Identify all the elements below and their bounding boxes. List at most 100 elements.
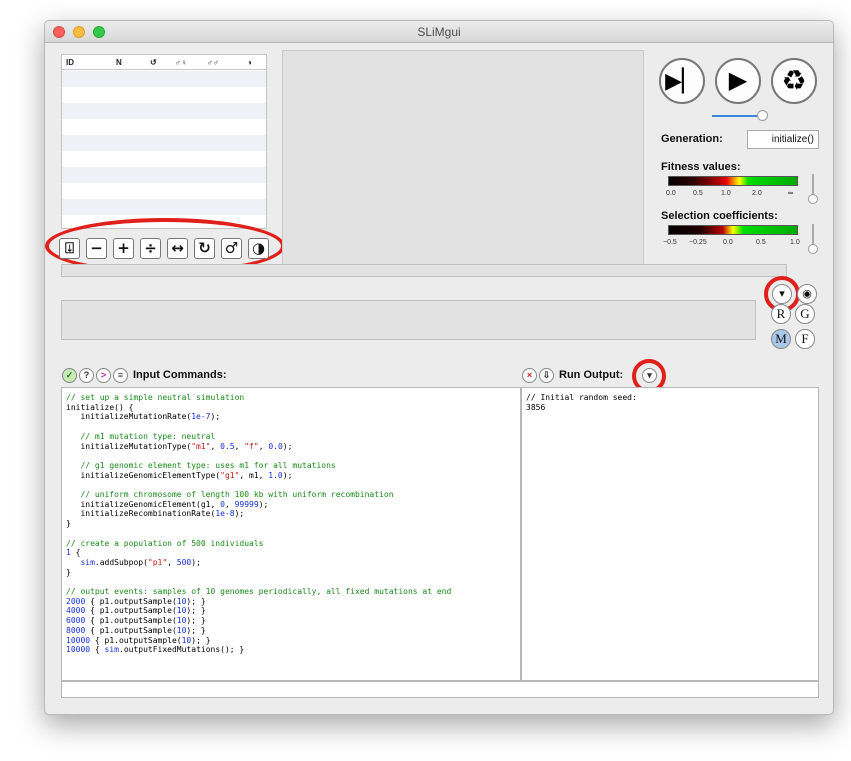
code-token: } xyxy=(66,519,71,529)
code-line: initialize() { xyxy=(66,403,520,413)
table-row xyxy=(62,87,266,103)
code-token: , xyxy=(210,441,221,451)
selection-tick: 0.5 xyxy=(756,239,766,246)
population-view[interactable] xyxy=(282,50,644,271)
column-male-male[interactable]: ♂♂ xyxy=(207,58,219,67)
code-line: } xyxy=(66,568,520,578)
fitness-tick: 1.0 xyxy=(721,190,731,197)
table-row xyxy=(62,199,266,215)
code-token: { p1.outputSample( xyxy=(85,616,177,626)
console-button[interactable]: > xyxy=(96,368,111,383)
selection-slider-knob[interactable] xyxy=(808,244,818,254)
arrows-icon[interactable]: ↔ xyxy=(167,238,188,259)
selection-tick: 0.0 xyxy=(723,239,733,246)
code-line: 8000 { p1.outputSample(10); } xyxy=(66,626,520,636)
code-token: ); xyxy=(282,470,293,480)
display-mutations-button[interactable]: M xyxy=(771,329,791,349)
subpop-toolbar: ⍗ − + ÷ ↔ ↻ ♂ ◑ xyxy=(59,238,279,260)
output-view[interactable]: // Initial random seed: 3856 xyxy=(521,387,819,681)
code-token: 1e-7 xyxy=(191,412,211,422)
column-id[interactable]: ID xyxy=(66,58,74,67)
code-token: sim xyxy=(80,557,95,567)
check-script-button[interactable]: ✓ xyxy=(62,368,77,383)
display-fixed-button[interactable]: F xyxy=(795,329,815,349)
column-n[interactable]: N xyxy=(116,58,122,67)
column-sex-ratio[interactable]: ◑ xyxy=(247,58,252,67)
code-token: // output events: samples of 10 genomes … xyxy=(66,587,452,597)
step-button[interactable]: ▶▏ xyxy=(659,58,705,104)
subpop-table[interactable]: ID N ↺ ♂♀ ♂♂ ◑ xyxy=(61,54,267,229)
selection-tick: 1.0 xyxy=(790,239,800,246)
speed-slider-knob[interactable] xyxy=(757,110,768,121)
display-genomic-elements-button[interactable]: G xyxy=(795,304,815,324)
code-token: "f" xyxy=(244,441,259,451)
status-field xyxy=(61,681,819,698)
code-token: sim xyxy=(104,645,119,655)
speed-slider[interactable] xyxy=(712,115,762,117)
divide-icon[interactable]: ÷ xyxy=(140,238,161,259)
plus-icon[interactable]: + xyxy=(113,238,134,259)
code-line: initializeGenomicElementType("g1", m1, 1… xyxy=(66,471,520,481)
code-token: ); xyxy=(191,557,201,567)
yinyang-icon[interactable]: ◑ xyxy=(248,238,269,259)
clear-output-button[interactable]: × xyxy=(522,368,537,383)
code-token: ); xyxy=(282,441,293,451)
code-token: ); } xyxy=(186,606,206,616)
fitness-ticks: 0.0 0.5 1.0 2.0 ∞ xyxy=(666,190,806,200)
chromosome-options-button[interactable]: ▾ xyxy=(772,284,792,304)
code-line: // create a population of 500 individual… xyxy=(66,539,520,549)
fitness-slider-knob[interactable] xyxy=(808,194,818,204)
generation-label: Generation: xyxy=(661,133,723,145)
column-male-female[interactable]: ♂♀ xyxy=(175,58,187,67)
code-token: initializeMutationType( xyxy=(66,441,192,451)
code-token: "p1" xyxy=(147,557,168,567)
code-token: 10 xyxy=(176,596,187,606)
code-token: { xyxy=(70,548,81,558)
code-token: 2000 xyxy=(66,596,86,606)
selection-label: Selection coefficients: xyxy=(661,210,778,222)
code-token: initialize() { xyxy=(66,402,134,412)
sex-icon[interactable]: ♂ xyxy=(221,238,242,259)
help-button[interactable]: ? xyxy=(79,368,94,383)
code-token: ); } xyxy=(186,625,206,635)
display-mutations-r-button[interactable]: R xyxy=(771,304,791,324)
fitness-tick: 0.0 xyxy=(666,190,676,197)
selection-ticks: −0.5 −0.25 0.0 0.5 1.0 xyxy=(663,239,808,249)
table-row xyxy=(62,71,266,87)
recycle-button[interactable]: ♻ xyxy=(771,58,817,104)
code-token: 8000 xyxy=(66,625,86,635)
play-button[interactable]: ▶ xyxy=(715,58,761,104)
chromosome-zoomed-view[interactable] xyxy=(61,300,756,340)
dump-output-button[interactable]: ⇩ xyxy=(539,368,554,383)
output-options-button[interactable]: ▾ xyxy=(642,368,657,383)
fitness-label: Fitness values: xyxy=(661,161,741,173)
eye-icon[interactable]: ◉ xyxy=(797,284,817,304)
add-subpop-icon[interactable]: ⍗ xyxy=(59,238,80,259)
refresh-icon[interactable]: ↻ xyxy=(194,238,215,259)
code-token: , xyxy=(234,441,245,451)
code-line: sim.addSubpop("p1", 500); xyxy=(66,558,520,568)
slimgui-window: SLiMgui ID N ↺ ♂♀ ♂♂ ◑ ⍗ − + ÷ ↔ ↻ ♂ ◑ ▶… xyxy=(44,20,834,715)
chromosome-overview[interactable] xyxy=(61,264,787,277)
code-token: ); } xyxy=(191,635,211,645)
code-token: 1e-8 xyxy=(215,509,235,519)
code-token: 10 xyxy=(176,616,187,626)
code-token: .addSubpop( xyxy=(94,557,148,567)
script-editor[interactable]: // set up a simple neutral simulation ini… xyxy=(61,387,521,681)
browser-button[interactable]: ≡ xyxy=(113,368,128,383)
code-token: 500 xyxy=(176,557,192,567)
code-token: "g1" xyxy=(220,470,240,480)
code-token: // g1 genomic element type: uses m1 for … xyxy=(66,460,336,470)
selection-tick: −0.5 xyxy=(663,239,677,246)
fitness-tick: ∞ xyxy=(788,190,793,197)
code-token: initializeMutationRate( xyxy=(66,412,192,422)
column-selfing[interactable]: ↺ xyxy=(150,58,157,67)
generation-field[interactable]: initialize() xyxy=(747,130,819,149)
code-line: 10000 { p1.outputSample(10); } xyxy=(66,636,520,646)
minus-icon[interactable]: − xyxy=(86,238,107,259)
code-token: 10 xyxy=(176,606,187,616)
code-token: 99999 xyxy=(234,499,259,509)
